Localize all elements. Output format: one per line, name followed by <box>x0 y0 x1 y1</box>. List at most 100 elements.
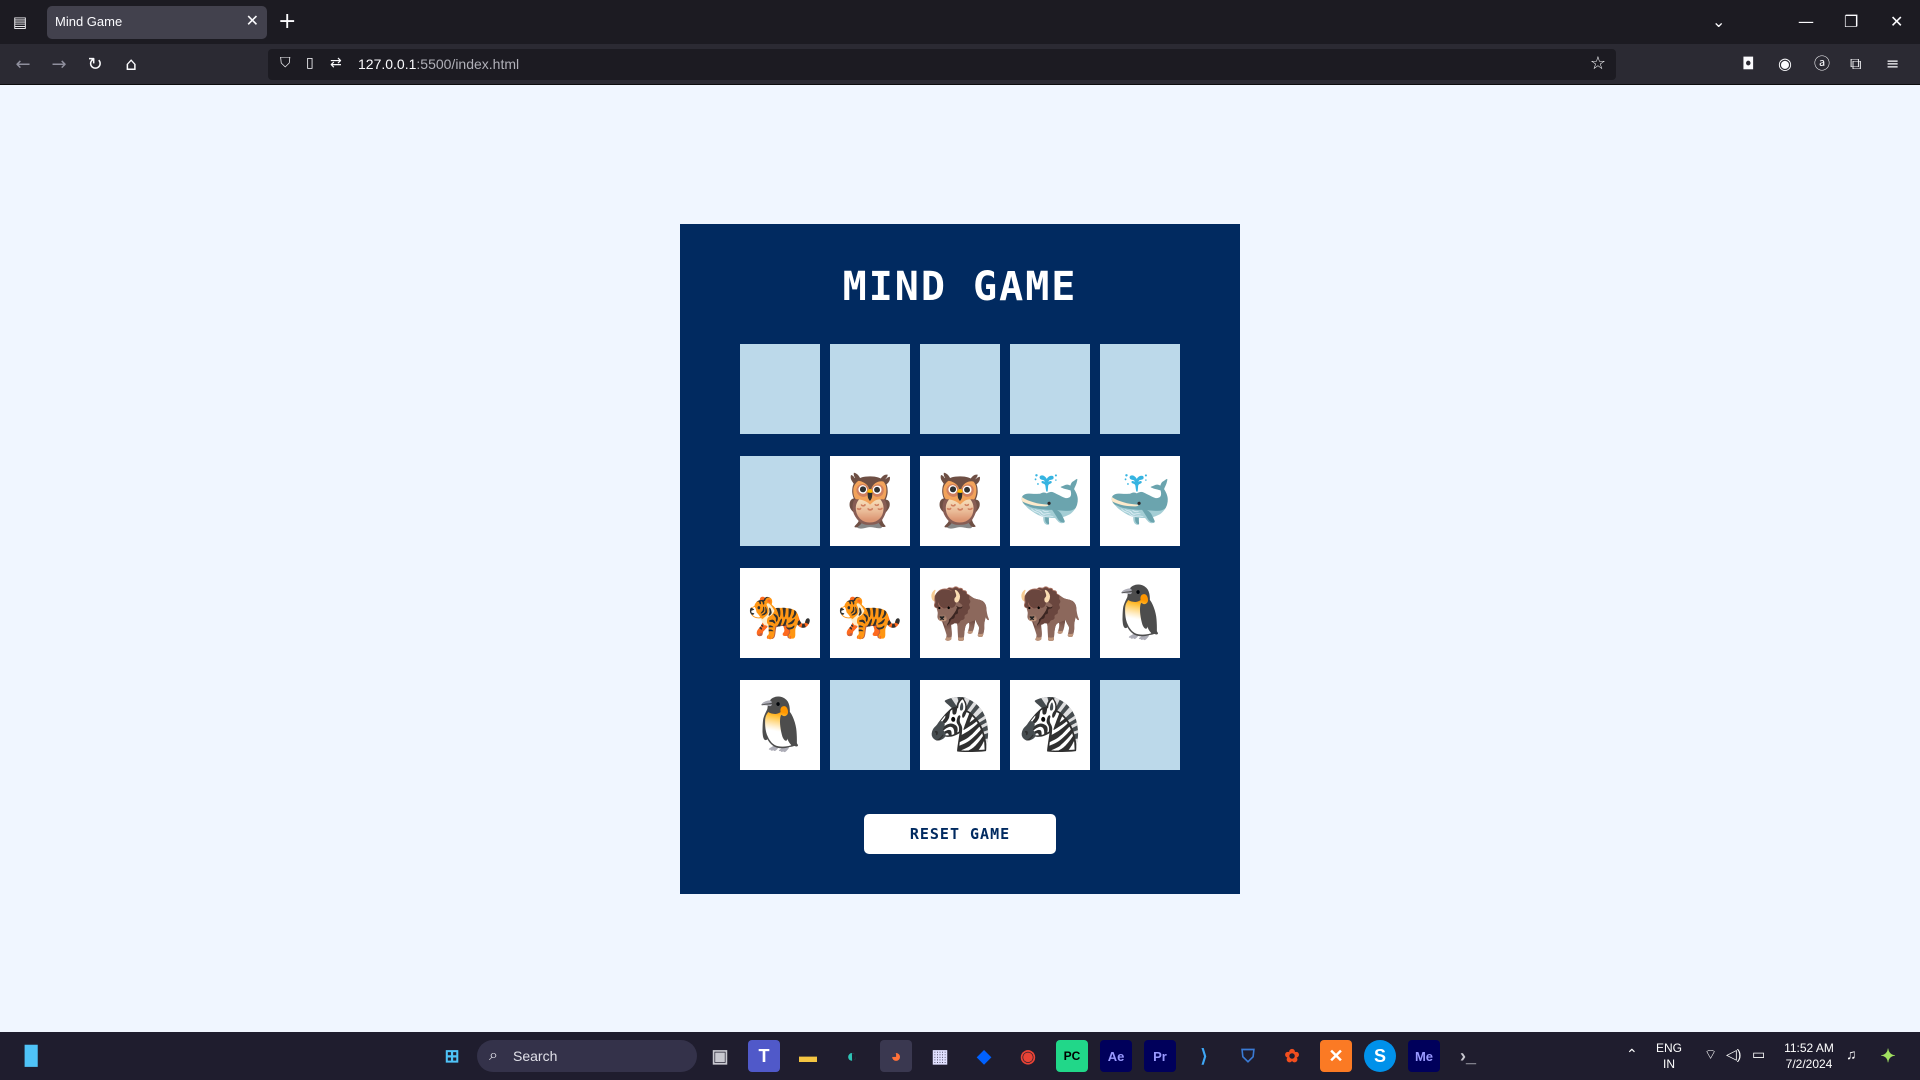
premiere-icon[interactable]: Pr <box>1144 1040 1176 1072</box>
card-grid: 🦉 🦉 🐳 🐳 🐅 🐅 🦬 🦬 🐧 🐧 🦓 🦓 <box>740 344 1180 772</box>
language-code: ENG <box>1656 1041 1683 1055</box>
amazon-icon[interactable]: ⓐ <box>1814 53 1830 75</box>
permissions-icon[interactable]: ⇄ <box>330 55 342 71</box>
owl-icon: 🦉 <box>837 471 903 531</box>
shield-icon[interactable]: ⛉ <box>280 55 291 71</box>
store-icon[interactable]: ▦ <box>924 1040 956 1072</box>
figma-icon[interactable]: ✿ <box>1276 1040 1308 1072</box>
card-hidden[interactable] <box>830 680 910 770</box>
card-tiger[interactable]: 🐅 <box>830 568 910 658</box>
card-owl[interactable]: 🦉 <box>920 456 1000 546</box>
widgets-icon[interactable]: ▉ <box>16 1040 48 1072</box>
tab-list-icon[interactable]: ▤ <box>8 10 32 34</box>
show-hidden-icons-chevron-icon[interactable]: ⌃ <box>1626 1046 1638 1062</box>
zebra-icon: 🦓 <box>927 695 993 755</box>
bison-icon: 🦬 <box>927 583 993 643</box>
account-icon[interactable]: ◉ <box>1778 53 1792 75</box>
card-whale[interactable]: 🐳 <box>1100 456 1180 546</box>
penguin-icon: 🐧 <box>747 695 813 755</box>
penguin-icon: 🐧 <box>1107 583 1173 643</box>
game-title: MIND GAME <box>842 264 1078 310</box>
region-code: IN <box>1663 1057 1675 1071</box>
defender-icon[interactable]: ⛉ <box>1232 1040 1264 1072</box>
task-view-icon[interactable]: ▣ <box>704 1040 736 1072</box>
start-icon[interactable]: ⊞ <box>436 1040 468 1072</box>
minimize-icon[interactable]: — <box>1798 8 1814 36</box>
forward-icon[interactable]: → <box>46 52 72 78</box>
wifi-icon[interactable]: ⌔ <box>1704 1046 1717 1062</box>
url-host: 127.0.0.1 <box>358 56 417 72</box>
chrome-icon[interactable]: ◉ <box>1012 1040 1044 1072</box>
card-bison[interactable]: 🦬 <box>920 568 1000 658</box>
card-penguin[interactable]: 🐧 <box>740 680 820 770</box>
card-bison[interactable]: 🦬 <box>1010 568 1090 658</box>
media-encoder-icon[interactable]: Me <box>1408 1040 1440 1072</box>
page-icon[interactable]: ▯ <box>306 55 314 71</box>
card-zebra[interactable]: 🦓 <box>1010 680 1090 770</box>
taskbar: ▉ ⊞ ⌕ Search ▣ T ▬ ◐ ◕ ▦ ◆ ◉ PC Ae Pr ⟩ … <box>0 1032 1920 1080</box>
card-hidden[interactable] <box>740 456 820 546</box>
edge-icon[interactable]: ◐ <box>836 1040 868 1072</box>
volume-icon[interactable]: ◁) <box>1726 1046 1741 1062</box>
skype-icon[interactable]: S <box>1364 1040 1396 1072</box>
tab-close-icon[interactable]: ✕ <box>246 11 259 30</box>
back-icon[interactable]: ← <box>10 52 36 78</box>
browser-tab-bar: ▤ Mind Game ✕ + ⌄ — ❐ ✕ <box>0 0 1920 44</box>
card-hidden[interactable] <box>1100 680 1180 770</box>
firefox-icon[interactable]: ◕ <box>880 1040 912 1072</box>
tab-title: Mind Game <box>55 14 123 29</box>
bison-icon: 🦬 <box>1017 583 1083 643</box>
battery-icon[interactable]: ▭ <box>1752 1046 1765 1062</box>
home-icon[interactable]: ⌂ <box>118 52 144 78</box>
dropbox-icon[interactable]: ◆ <box>968 1040 1000 1072</box>
close-window-icon[interactable]: ✕ <box>1890 8 1903 36</box>
whale-icon: 🐳 <box>1017 471 1083 531</box>
url-text[interactable]: 127.0.0.1:5500/index.html <box>358 56 519 72</box>
tiger-icon: 🐅 <box>837 583 903 643</box>
tab-overflow-chevron-icon[interactable]: ⌄ <box>1712 8 1725 36</box>
card-hidden[interactable] <box>1010 344 1090 434</box>
clock[interactable]: 11:52 AM 7/2/2024 <box>1776 1040 1842 1072</box>
reset-game-button[interactable]: RESET GAME <box>864 814 1056 854</box>
browser-tab[interactable]: Mind Game ✕ <box>47 6 267 39</box>
zebra-icon: 🦓 <box>1017 695 1083 755</box>
teams-icon[interactable]: T <box>748 1040 780 1072</box>
vscode-icon[interactable]: ⟩ <box>1188 1040 1220 1072</box>
pycharm-icon[interactable]: PC <box>1056 1040 1088 1072</box>
taskbar-search[interactable]: ⌕ Search <box>477 1040 697 1072</box>
card-hidden[interactable] <box>920 344 1000 434</box>
restore-icon[interactable]: ❐ <box>1844 8 1858 36</box>
card-hidden[interactable] <box>1100 344 1180 434</box>
whale-icon: 🐳 <box>1107 471 1173 531</box>
card-penguin[interactable]: 🐧 <box>1100 568 1180 658</box>
taskbar-search-label: Search <box>513 1048 558 1064</box>
notifications-icon[interactable]: ♫ <box>1846 1046 1857 1062</box>
menu-icon[interactable]: ≡ <box>1886 53 1899 75</box>
clock-time: 11:52 AM <box>1784 1041 1834 1055</box>
search-icon: ⌕ <box>489 1045 498 1064</box>
tiger-icon: 🐅 <box>747 583 813 643</box>
browser-nav-bar: ← → ↻ ⌂ ⛉ ▯ ⇄ 127.0.0.1:5500/index.html … <box>0 44 1920 85</box>
owl-icon: 🦉 <box>927 471 993 531</box>
pocket-icon[interactable]: ◘ <box>1742 53 1755 75</box>
new-tab-button[interactable]: + <box>278 8 296 36</box>
url-bar[interactable]: ⛉ ▯ ⇄ 127.0.0.1:5500/index.html ☆ <box>268 49 1616 80</box>
file-explorer-icon[interactable]: ▬ <box>792 1040 824 1072</box>
game-panel: MIND GAME 🦉 🦉 🐳 🐳 🐅 🐅 🦬 🦬 🐧 🐧 🦓 🦓 RESET GAME <box>680 224 1240 894</box>
extensions-icon[interactable]: ⧉ <box>1850 53 1861 75</box>
clock-date: 7/2/2024 <box>1785 1057 1833 1071</box>
card-hidden[interactable] <box>740 344 820 434</box>
language-indicator[interactable]: ENG IN <box>1656 1040 1682 1072</box>
copilot-icon[interactable]: ✦ <box>1872 1040 1904 1072</box>
card-zebra[interactable]: 🦓 <box>920 680 1000 770</box>
card-owl[interactable]: 🦉 <box>830 456 910 546</box>
card-hidden[interactable] <box>830 344 910 434</box>
url-path: :5500/index.html <box>416 56 520 72</box>
card-whale[interactable]: 🐳 <box>1010 456 1090 546</box>
card-tiger[interactable]: 🐅 <box>740 568 820 658</box>
bookmark-star-icon[interactable]: ☆ <box>1590 53 1606 74</box>
after-effects-icon[interactable]: Ae <box>1100 1040 1132 1072</box>
terminal-icon[interactable]: ›_ <box>1452 1040 1484 1072</box>
xampp-icon[interactable]: ✕ <box>1320 1040 1352 1072</box>
reload-icon[interactable]: ↻ <box>82 52 108 78</box>
